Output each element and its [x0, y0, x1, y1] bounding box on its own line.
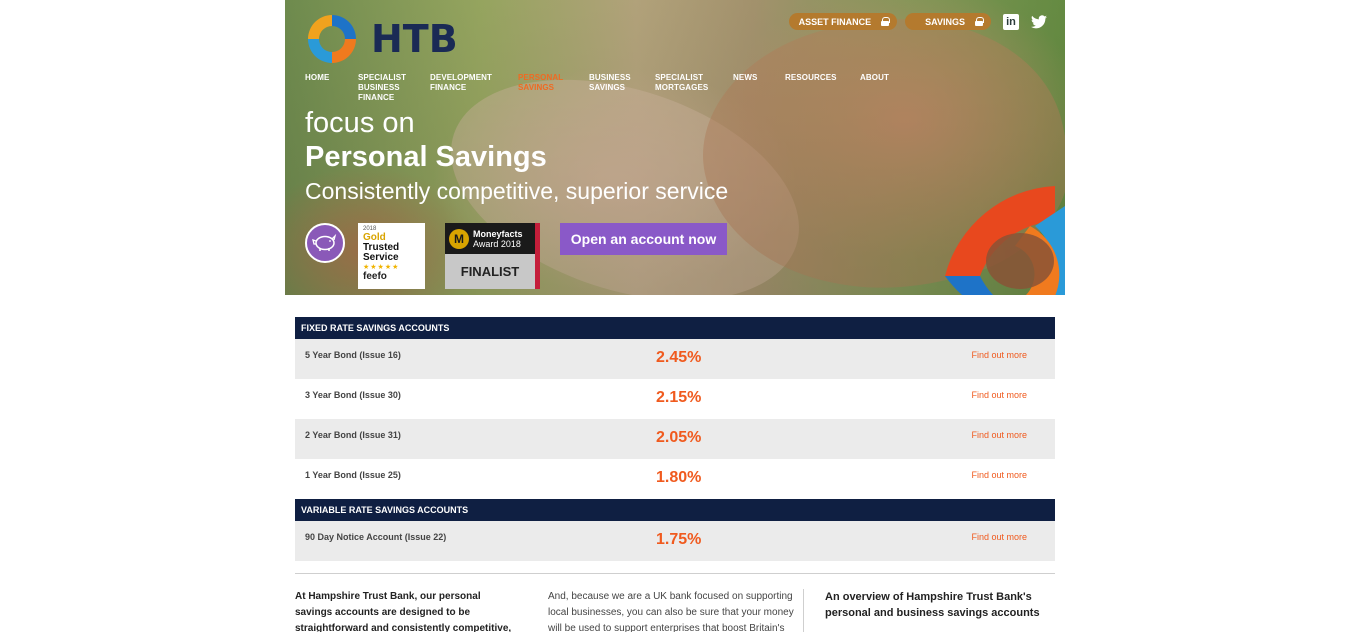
table-row: 90 Day Notice Account (Issue 22) 1.75% F…: [295, 521, 1055, 561]
feefo-brand: feefo: [363, 271, 387, 282]
table-row: 1 Year Bond (Issue 25) 1.80% Find out mo…: [295, 459, 1055, 499]
open-account-button[interactable]: Open an account now: [560, 223, 727, 255]
moneyfacts-award: Award 2018: [473, 238, 521, 249]
find-out-more-link[interactable]: Find out more: [971, 470, 1027, 480]
savings-label: SAVINGS: [925, 16, 965, 27]
twitter-icon[interactable]: [1031, 14, 1047, 30]
find-out-more-link[interactable]: Find out more: [971, 532, 1027, 542]
find-out-more-link[interactable]: Find out more: [971, 350, 1027, 360]
nav-item-specialist-business-finance[interactable]: SPECIALIST BUSINESS FINANCE: [358, 73, 430, 103]
top-buttons: ASSET FINANCE SAVINGS in: [788, 13, 1047, 30]
hero-line-focus: focus on: [305, 107, 415, 139]
piggy-bank-icon: [305, 223, 345, 263]
account-rate: 2.05%: [656, 429, 702, 446]
table-row: 5 Year Bond (Issue 16) 2.45% Find out mo…: [295, 339, 1055, 379]
feefo-service: Service: [363, 252, 399, 263]
divider: [295, 573, 1055, 574]
savings-button[interactable]: SAVINGS: [905, 13, 991, 30]
asset-finance-label: ASSET FINANCE: [798, 16, 872, 27]
nav-item-development-finance[interactable]: DEVELOPMENT FINANCE: [430, 73, 518, 103]
feefo-gold-badge: 2018 Gold Trusted Service ★★★★★ feefo: [358, 223, 425, 289]
hero-headline: focus on Personal Savings Consistently c…: [305, 107, 728, 206]
htb-logo[interactable]: HTB: [305, 12, 458, 66]
nav-item-personal-savings[interactable]: PERSONAL SAVINGS: [518, 73, 589, 103]
account-name: 1 Year Bond (Issue 25): [305, 470, 401, 480]
nav-item-business-savings[interactable]: BUSINESS SAVINGS: [589, 73, 655, 103]
fixed-rate-heading: FIXED RATE SAVINGS ACCOUNTS: [295, 317, 1055, 339]
moneyfacts-award-badge: M Moneyfacts Award 2018 FINALIST: [445, 223, 540, 289]
savings-rates-table: FIXED RATE SAVINGS ACCOUNTS 5 Year Bond …: [295, 317, 1055, 561]
intro-text: At Hampshire Trust Bank, our personal sa…: [295, 591, 512, 632]
account-name: 5 Year Bond (Issue 16): [305, 350, 401, 360]
find-out-more-link[interactable]: Find out more: [971, 430, 1027, 440]
main-nav: HOME SPECIALIST BUSINESS FINANCE DEVELOP…: [305, 73, 900, 103]
column-divider: [803, 589, 804, 632]
body-text: And, because we are a UK bank focused on…: [548, 591, 794, 632]
htb-logo-icon: [305, 12, 359, 66]
account-rate: 1.75%: [656, 531, 702, 548]
moneyfacts-logo-icon: M: [449, 228, 469, 249]
account-rate: 2.45%: [656, 349, 702, 366]
lock-icon: [975, 17, 984, 26]
table-row: 3 Year Bond (Issue 30) 2.15% Find out mo…: [295, 379, 1055, 419]
nav-item-resources[interactable]: RESOURCES: [785, 73, 860, 103]
overview-heading: An overview of Hampshire Trust Bank's pe…: [825, 591, 1040, 619]
find-out-more-link[interactable]: Find out more: [971, 390, 1027, 400]
variable-rate-heading: VARIABLE RATE SAVINGS ACCOUNTS: [295, 499, 1055, 521]
nav-item-home[interactable]: HOME: [305, 73, 358, 103]
moneyfacts-title: Moneyfacts: [473, 228, 523, 239]
account-rate: 1.80%: [656, 469, 702, 486]
asset-finance-button[interactable]: ASSET FINANCE: [788, 13, 898, 30]
htb-swirl-graphic: [935, 186, 1065, 295]
nav-item-specialist-mortgages[interactable]: SPECIALIST MORTGAGES: [655, 73, 733, 103]
nav-item-about[interactable]: ABOUT: [860, 73, 900, 103]
lock-icon: [881, 17, 891, 26]
hero-title: Personal Savings: [305, 141, 547, 173]
linkedin-icon[interactable]: in: [1003, 13, 1019, 30]
account-name: 3 Year Bond (Issue 30): [305, 390, 401, 400]
moneyfacts-finalist: FINALIST: [445, 254, 540, 289]
account-name: 90 Day Notice Account (Issue 22): [305, 532, 447, 542]
account-rate: 2.15%: [656, 389, 702, 406]
brand-name: HTB: [371, 17, 458, 61]
hero-banner: HTB ASSET FINANCE SAVINGS in HOME SPECIA…: [285, 0, 1065, 295]
table-row: 2 Year Bond (Issue 31) 2.05% Find out mo…: [295, 419, 1055, 459]
hero-subtitle: Consistently competitive, superior servi…: [305, 178, 729, 204]
account-name: 2 Year Bond (Issue 31): [305, 430, 401, 440]
nav-item-news[interactable]: NEWS: [733, 73, 785, 103]
